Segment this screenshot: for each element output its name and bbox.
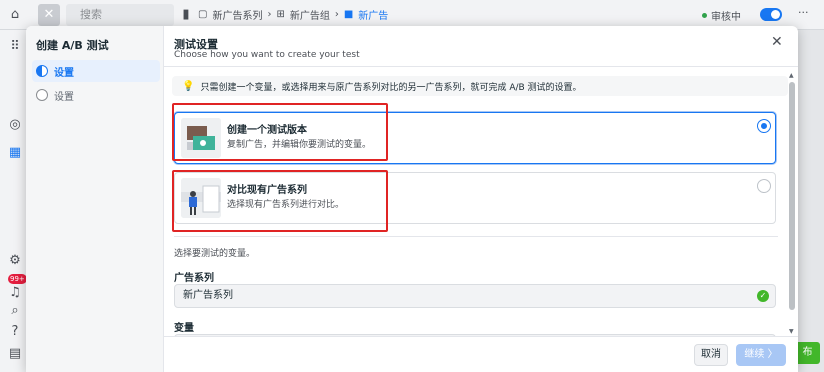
campaign-field-label: 广告系列 <box>174 273 214 284</box>
more-icon[interactable]: ··· <box>798 6 809 19</box>
dialog-sidebar-title: 创建 A/B 测试 <box>36 39 109 52</box>
dialog-subtitle: Choose how you want to create your test <box>174 50 360 60</box>
header-divider <box>164 66 798 67</box>
info-banner-text: 只需创建一个变量，或选择用来与原广告系列对比的另一广告系列，就可完成 A/B 测… <box>200 82 582 93</box>
continue-button[interactable]: 继续 〉 <box>736 344 786 366</box>
close-icon[interactable]: ✕ <box>771 34 783 50</box>
option-radio-selected[interactable] <box>757 119 771 133</box>
breadcrumb-ad[interactable]: 新广告 <box>358 7 388 22</box>
ad-icon: ■ <box>343 9 354 20</box>
scroll-down-icon[interactable]: ▼ <box>789 328 794 335</box>
breadcrumb: ▢ 新广告系列 › ⊞ 新广告组 › ■ 新广告 <box>198 7 388 22</box>
option-radio-unselected[interactable] <box>757 179 771 193</box>
apps-grid-icon[interactable]: ⠿ <box>7 40 23 54</box>
table-icon[interactable]: ▦ <box>7 146 23 160</box>
status-label: 审核中 <box>711 12 741 23</box>
search-input[interactable]: 搜索 <box>66 4 174 26</box>
breadcrumb-adset[interactable]: 新广告组 <box>290 7 330 22</box>
folder-icon: ▢ <box>198 9 208 20</box>
chevron-right-icon: › <box>334 9 339 20</box>
status-dot-icon <box>702 13 707 18</box>
scrollbar-thumb[interactable] <box>789 82 795 310</box>
variable-hint: 选择要测试的变量。 <box>174 249 256 259</box>
home-icon[interactable]: ⌂ <box>7 8 23 22</box>
collapse-panel-icon[interactable]: ▮ <box>178 8 194 22</box>
step-label: 设置 <box>54 67 74 79</box>
empty-circle-icon <box>36 89 48 101</box>
section-divider <box>174 236 778 237</box>
chevron-right-icon: › <box>267 9 272 20</box>
report-icon[interactable]: ▤ <box>7 347 23 361</box>
notification-badge: 99+ <box>8 274 27 284</box>
step-label: 设置 <box>54 91 74 103</box>
review-status: 审核中 <box>702 8 741 23</box>
scroll-up-icon[interactable]: ▲ <box>789 72 794 79</box>
variable-field-label: 变量 <box>174 323 194 334</box>
palette-icon[interactable]: ◎ <box>7 118 23 132</box>
campaign-field[interactable]: 新广告系列 ✓ <box>174 284 776 308</box>
publish-button[interactable]: 布 <box>795 342 820 364</box>
step-setup-active[interactable]: 设置 <box>32 60 160 82</box>
grid-icon: ⊞ <box>276 9 285 20</box>
highlight-box <box>172 170 388 232</box>
highlight-box <box>172 103 388 161</box>
dialog-sidebar: 创建 A/B 测试 设置 设置 <box>26 26 164 372</box>
search-icon[interactable]: ⌕ <box>7 304 23 318</box>
ab-test-dialog: 创建 A/B 测试 设置 设置 测试设置 Choose how you want… <box>26 26 798 372</box>
check-circle-icon: ✓ <box>757 290 769 302</box>
bell-icon[interactable]: ♫ <box>7 286 23 300</box>
half-circle-icon <box>36 65 48 77</box>
step-setup-pending[interactable]: 设置 <box>32 84 160 106</box>
help-icon[interactable]: ? <box>7 325 23 339</box>
breadcrumb-campaign[interactable]: 新广告系列 <box>212 7 262 22</box>
campaign-field-value: 新广告系列 <box>183 290 233 301</box>
close-editor-button[interactable]: ✕ <box>38 4 60 26</box>
settings-icon[interactable]: ⚙ <box>7 254 23 268</box>
info-banner: 💡 只需创建一个变量，或选择用来与原广告系列对比的另一广告系列，就可完成 A/B… <box>172 76 788 96</box>
cancel-button[interactable]: 取消 <box>694 344 728 366</box>
ad-toggle[interactable] <box>760 8 782 21</box>
lightbulb-icon: 💡 <box>182 80 195 92</box>
